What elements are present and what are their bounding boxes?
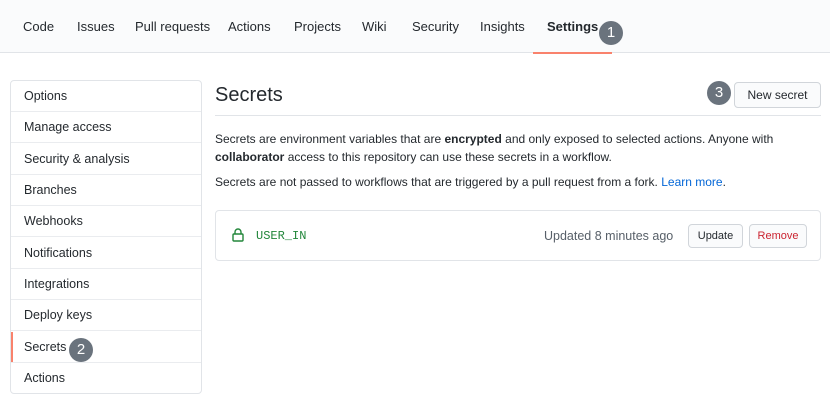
step-marker-1: 1 bbox=[599, 21, 623, 45]
tab-issues[interactable]: Issues bbox=[77, 0, 115, 53]
remove-secret-button[interactable]: Remove bbox=[749, 224, 807, 248]
secret-updated-time: Updated 8 minutes ago bbox=[544, 229, 674, 243]
menu-item-deploy-keys[interactable]: Deploy keys bbox=[11, 300, 201, 331]
tab-settings[interactable]: Settings bbox=[532, 0, 613, 54]
tab-projects[interactable]: Projects bbox=[294, 0, 341, 53]
tab-code[interactable]: Code bbox=[23, 0, 54, 53]
repo-nav: Code Issues Pull requests Actions Projec… bbox=[0, 0, 830, 54]
header-divider bbox=[215, 115, 821, 116]
page-title: Secrets bbox=[215, 84, 283, 106]
step-marker-3: 3 bbox=[707, 81, 731, 105]
menu-item-secrets[interactable]: Secrets bbox=[11, 332, 201, 363]
tab-security[interactable]: Security bbox=[412, 0, 459, 53]
menu-item-options[interactable]: Options bbox=[11, 81, 201, 112]
step-marker-2: 2 bbox=[69, 338, 93, 362]
menu-item-actions[interactable]: Actions bbox=[11, 363, 201, 393]
lock-icon bbox=[232, 228, 244, 242]
tab-pull-requests[interactable]: Pull requests bbox=[135, 0, 210, 53]
update-secret-button[interactable]: Update bbox=[688, 224, 743, 248]
fork-note: Secrets are not passed to workflows that… bbox=[215, 175, 726, 189]
learn-more-link[interactable]: Learn more bbox=[661, 175, 722, 189]
secret-name: USER_IN bbox=[256, 229, 307, 243]
secret-row: USER_IN Updated 8 minutes ago Update Rem… bbox=[215, 210, 821, 261]
tab-actions[interactable]: Actions bbox=[228, 0, 271, 53]
menu-item-security-analysis[interactable]: Security & analysis bbox=[11, 144, 201, 175]
tab-wiki[interactable]: Wiki bbox=[362, 0, 387, 53]
menu-item-manage-access[interactable]: Manage access bbox=[11, 112, 201, 143]
menu-item-webhooks[interactable]: Webhooks bbox=[11, 206, 201, 237]
menu-item-branches[interactable]: Branches bbox=[11, 175, 201, 206]
tab-insights[interactable]: Insights bbox=[480, 0, 525, 53]
secrets-description: Secrets are environment variables that a… bbox=[215, 132, 774, 164]
settings-menu: Options Manage access Security & analysi… bbox=[10, 80, 202, 394]
menu-item-integrations[interactable]: Integrations bbox=[11, 269, 201, 300]
new-secret-button[interactable]: New secret bbox=[734, 82, 821, 108]
menu-item-notifications[interactable]: Notifications bbox=[11, 238, 201, 269]
